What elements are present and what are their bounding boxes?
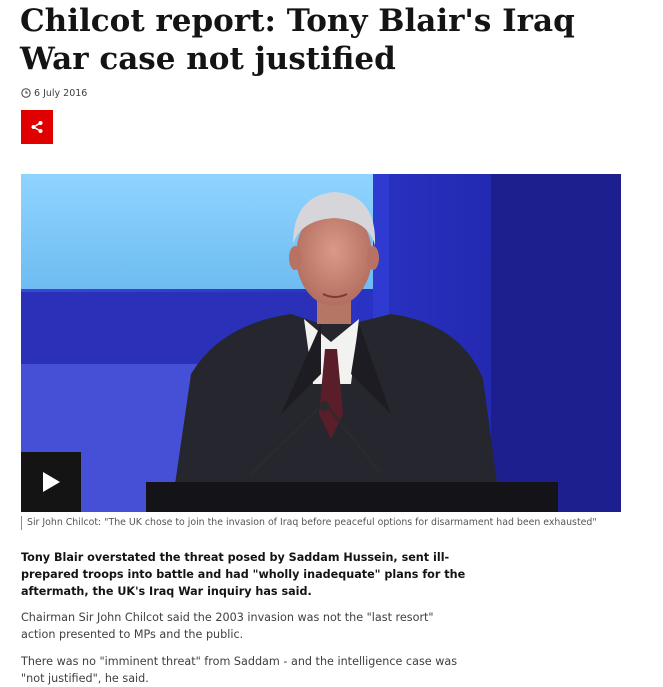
video-player[interactable] <box>21 174 621 512</box>
share-button[interactable] <box>21 110 53 144</box>
play-icon <box>43 472 60 492</box>
date-text: 6 July 2016 <box>34 87 88 99</box>
share-icon <box>31 121 43 133</box>
article-title: Chilcot report: Tony Blair's Iraq War ca… <box>20 3 575 77</box>
video-still <box>21 174 621 512</box>
video-caption: Sir John Chilcot: "The UK chose to join … <box>21 516 647 530</box>
article-paragraph: Chairman Sir John Chilcot said the 2003 … <box>21 611 434 641</box>
article-lead: Tony Blair overstated the threat posed b… <box>21 551 466 598</box>
article-paragraph: There was no "imminent threat" from Sadd… <box>21 655 458 685</box>
clock-icon <box>21 88 31 98</box>
article-date: 6 July 2016 <box>21 86 87 100</box>
play-button[interactable] <box>21 452 81 512</box>
